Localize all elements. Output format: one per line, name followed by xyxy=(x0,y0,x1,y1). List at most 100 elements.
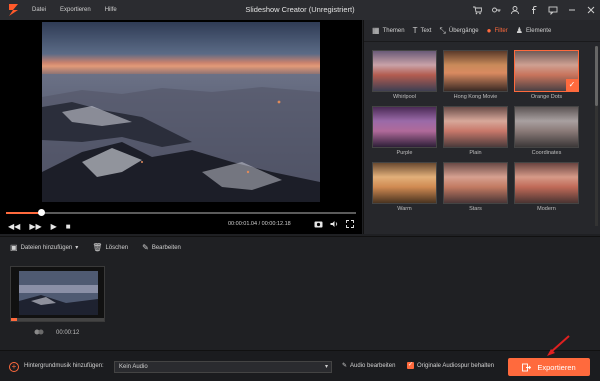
menu-item-hilfe[interactable]: Hilfe xyxy=(105,7,117,13)
filter-thumbnail[interactable] xyxy=(443,106,508,148)
add-files-button[interactable]: ▣ Dateien hinzufügen ▾ xyxy=(10,243,78,252)
export-label: Exportieren xyxy=(537,362,576,372)
effects-panel: ▦ Themen T Text ⤡ Übergänge ● Filter ♟ Elemen… xyxy=(363,20,600,234)
keep-original-label: Originale Audiospur behalten xyxy=(417,362,495,369)
transitions-icon: ⤡ xyxy=(439,25,446,35)
filter-plain[interactable]: Plain xyxy=(443,106,508,162)
clip-thumbnail xyxy=(11,267,104,321)
title-bar: Datei Exportieren Hilfe Slideshow Creato… xyxy=(0,0,600,20)
filter-hong-kong-movie[interactable]: Hong Kong Movie xyxy=(443,50,508,106)
app-logo-icon xyxy=(9,4,18,16)
filter-thumbnail[interactable] xyxy=(443,50,508,92)
tab-filter[interactable]: ● Filter xyxy=(487,26,508,35)
filter-stars[interactable]: Stars xyxy=(443,162,508,218)
preview-image xyxy=(42,22,320,202)
filter-warm[interactable]: Warm xyxy=(372,162,437,218)
add-music-icon[interactable]: + xyxy=(9,362,19,372)
background-music-label: Hintergrundmusik hinzufügen: xyxy=(24,363,104,369)
filter-scrollbar[interactable] xyxy=(595,46,598,226)
cart-icon[interactable] xyxy=(472,5,482,15)
clip-duration: 00:00:12 xyxy=(56,330,80,336)
feedback-icon[interactable] xyxy=(548,5,558,15)
timeline: 00:00:12 xyxy=(0,258,600,350)
audio-edit-icon: ✎ xyxy=(342,363,348,369)
timeline-clip[interactable] xyxy=(10,266,105,322)
window-controls xyxy=(472,0,596,20)
add-file-icon: ▣ xyxy=(10,243,18,252)
forward-icon[interactable]: ▶▶ xyxy=(29,222,41,231)
minimize-icon[interactable] xyxy=(567,5,577,15)
filter-thumbnail[interactable] xyxy=(443,162,508,204)
filter-label: Whirlpool xyxy=(393,94,416,100)
key-icon[interactable] xyxy=(491,5,501,15)
tab-label: Filter xyxy=(494,27,508,34)
clip-progress-fill xyxy=(11,318,17,321)
audio-edit-label: Audio bearbeiten xyxy=(350,362,396,369)
filter-thumbnail[interactable] xyxy=(514,106,579,148)
tab-label: Themen xyxy=(382,27,405,34)
progress-knob[interactable] xyxy=(38,209,45,216)
play-icon[interactable]: ▶ xyxy=(51,222,57,231)
export-icon xyxy=(522,363,532,371)
scrollbar-thumb[interactable] xyxy=(595,46,598,106)
filter-orange-dots[interactable]: ✓ Orange Dots xyxy=(514,50,579,106)
close-icon[interactable] xyxy=(586,5,596,15)
filter-label: Orange Dots xyxy=(530,94,563,100)
user-icon[interactable] xyxy=(510,5,520,15)
time-total: 00:00:12.18 xyxy=(261,221,291,227)
edit-button[interactable]: ✎ Bearbeiten xyxy=(142,243,181,252)
filter-thumbnail[interactable] xyxy=(372,162,437,204)
filter-thumbnail[interactable] xyxy=(372,106,437,148)
red-arrow-annotation xyxy=(547,335,570,356)
trash-icon: 🗑 xyxy=(92,243,103,252)
video-preview: ◀◀ ▶▶ ▶ ■ 00:00:01.04 / 00:00:12.18 xyxy=(0,20,362,234)
delete-label: Löschen xyxy=(105,244,129,251)
filter-label: Stars xyxy=(469,206,482,212)
add-files-label: Dateien hinzufügen xyxy=(20,244,73,251)
time-separator: / xyxy=(258,221,261,227)
filter-whirlpool[interactable]: Whirlpool xyxy=(372,50,437,106)
volume-icon[interactable] xyxy=(330,220,339,230)
progress-fill xyxy=(6,212,41,214)
fullscreen-icon[interactable] xyxy=(346,220,354,230)
menu-bar: Datei Exportieren Hilfe xyxy=(32,0,117,20)
playback-controls: ◀◀ ▶▶ ▶ ■ xyxy=(8,220,71,232)
stop-icon[interactable]: ■ xyxy=(66,222,71,231)
export-button[interactable]: Exportieren xyxy=(508,358,590,376)
filter-thumbnail[interactable] xyxy=(514,162,579,204)
edit-icon: ✎ xyxy=(142,243,149,252)
filter-purple[interactable]: Purple xyxy=(372,106,437,162)
menu-item-exportieren[interactable]: Exportieren xyxy=(60,7,91,13)
tab-themen[interactable]: ▦ Themen xyxy=(372,26,405,35)
player-right-controls xyxy=(314,220,354,230)
filter-coordinates[interactable]: Coordinates xyxy=(514,106,579,162)
filter-thumbnail[interactable] xyxy=(372,50,437,92)
rewind-icon[interactable]: ◀◀ xyxy=(8,222,20,231)
menu-item-datei[interactable]: Datei xyxy=(32,7,46,13)
tab-uebergaenge[interactable]: ⤡ Übergänge xyxy=(439,26,478,36)
filter-thumbnail[interactable]: ✓ xyxy=(514,50,579,92)
tab-elemente[interactable]: ♟ Elemente xyxy=(516,26,552,35)
checkbox-checked-icon[interactable]: ✓ xyxy=(407,362,414,369)
facebook-icon[interactable] xyxy=(529,5,539,15)
tab-text[interactable]: T Text xyxy=(413,26,432,35)
playback-progress[interactable] xyxy=(6,209,356,216)
timecode: 00:00:01.04 / 00:00:12.18 xyxy=(228,221,291,227)
clip-effect-icon[interactable] xyxy=(34,328,44,338)
filter-label: Coordinates xyxy=(531,150,562,156)
media-toolbar: ▣ Dateien hinzufügen ▾ 🗑 Löschen ✎ Bearb… xyxy=(0,236,600,258)
filter-label: Hong Kong Movie xyxy=(453,94,498,100)
checkmark-icon: ✓ xyxy=(566,79,578,91)
camera-icon[interactable] xyxy=(314,220,323,230)
chevron-down-icon: ▾ xyxy=(324,364,328,370)
audio-edit-button[interactable]: ✎ Audio bearbeiten xyxy=(342,362,396,370)
filter-grid: Whirlpool Hong Kong Movie ✓ Orange Dots … xyxy=(372,50,588,218)
filter-modern[interactable]: Modern xyxy=(514,162,579,218)
delete-button[interactable]: 🗑 Löschen xyxy=(92,243,128,252)
filter-label: Plain xyxy=(469,150,482,156)
tab-label: Elemente xyxy=(525,27,552,34)
effects-tabs: ▦ Themen T Text ⤡ Übergänge ● Filter ♟ Elemen… xyxy=(364,20,600,42)
keep-original-audio-toggle[interactable]: ✓ Originale Audiospur behalten xyxy=(407,362,494,369)
audio-select-value: Kein Audio xyxy=(119,364,148,370)
audio-select[interactable]: Kein Audio ▾ xyxy=(114,361,332,373)
